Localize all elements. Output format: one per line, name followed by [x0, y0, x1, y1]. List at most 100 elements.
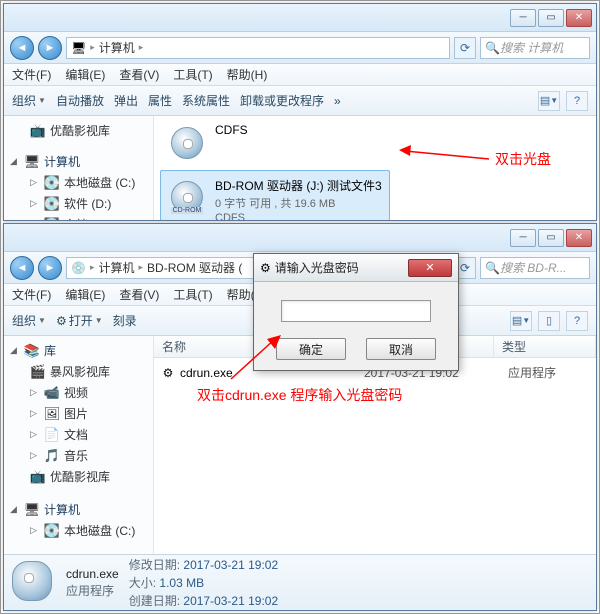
close-button[interactable]: ✕: [566, 9, 592, 27]
sysproperties-button[interactable]: 系统属性: [182, 92, 230, 109]
sidebar-item-docs-e[interactable]: ▷💽文档 (E:): [6, 214, 151, 220]
computer-icon: 🖥: [24, 154, 40, 170]
video-icon: 📹: [44, 385, 60, 401]
password-input[interactable]: [281, 300, 431, 322]
search-input[interactable]: 🔍 搜索 计算机: [480, 37, 590, 59]
menu-edit[interactable]: 编辑(E): [65, 286, 105, 303]
sidebar-item-documents[interactable]: ▷📄文档: [6, 424, 151, 445]
file-type: 应用程序: [508, 364, 556, 381]
view-options-button[interactable]: ▤ ▼: [538, 91, 560, 111]
search-input[interactable]: 🔍 搜索 BD-R...: [480, 257, 590, 279]
picture-icon: 🖼: [44, 406, 60, 422]
breadcrumb-seg[interactable]: BD-ROM 驱动器 (: [147, 259, 242, 276]
sidebar-item-pictures[interactable]: ▷🖼图片: [6, 403, 151, 424]
drive-tile-cdfs[interactable]: CDFS: [160, 116, 390, 170]
address-bar[interactable]: 🖥 ▸ 计算机 ▸: [66, 37, 450, 59]
titlebar-2: ─ ▭ ✕: [4, 224, 596, 252]
search-icon: 🔍: [485, 41, 500, 55]
disk-icon: 💽: [44, 175, 60, 191]
drive-filesystem: CDFS: [215, 212, 382, 220]
menu-view[interactable]: 查看(V): [119, 286, 159, 303]
details-pane: cdrun.exe 应用程序 修改日期: 2017-03-21 19:02 大小…: [4, 554, 596, 610]
breadcrumb-seg[interactable]: 计算机: [98, 259, 134, 276]
organize-button[interactable]: 组织▼: [12, 312, 46, 329]
burn-button[interactable]: 刻录: [113, 312, 137, 329]
open-button[interactable]: ⚙ 打开 ▼: [56, 312, 103, 329]
dialog-title: 请输入光盘密码: [275, 259, 404, 276]
sidebar-item-baofeng[interactable]: 🎬暴风影视库: [6, 361, 151, 382]
menu-tools[interactable]: 工具(T): [173, 286, 212, 303]
back-button[interactable]: ◄: [10, 256, 34, 280]
sidebar-item-computer[interactable]: ◢🖥计算机: [6, 499, 151, 520]
properties-button[interactable]: 属性: [148, 92, 172, 109]
back-button[interactable]: ◄: [10, 36, 34, 60]
forward-button[interactable]: ►: [38, 36, 62, 60]
disk-icon: 💽: [44, 196, 60, 212]
view-options-button[interactable]: ▤ ▼: [510, 311, 532, 331]
sidebar-item-software-d[interactable]: ▷💽软件 (D:): [6, 193, 151, 214]
sidebar-1: 📺优酷影视库 ◢🖥计算机 ▷💽本地磁盘 (C:) ▷💽软件 (D:) ▷💽文档 …: [4, 116, 154, 220]
dialog-titlebar: ⚙ 请输入光盘密码 ✕: [254, 254, 458, 282]
maximize-button[interactable]: ▭: [538, 229, 564, 247]
forward-button[interactable]: ►: [38, 256, 62, 280]
menu-view[interactable]: 查看(V): [119, 66, 159, 83]
menu-file[interactable]: 文件(F): [12, 66, 51, 83]
sidebar-item-local-c[interactable]: ▷💽本地磁盘 (C:): [6, 520, 151, 541]
sidebar-item-local-c[interactable]: ▷💽本地磁盘 (C:): [6, 172, 151, 193]
exe-icon: ⚙: [160, 365, 176, 381]
computer-icon: 🖥: [71, 41, 86, 55]
autoplay-button[interactable]: 自动播放: [56, 92, 104, 109]
sidebar-item-libraries[interactable]: ◢📚库: [6, 340, 151, 361]
dialog-close-button[interactable]: ✕: [408, 259, 452, 277]
ok-button[interactable]: 确定: [276, 338, 346, 360]
sidebar-2: ◢📚库 🎬暴风影视库 ▷📹视频 ▷🖼图片 ▷📄文档 ▷🎵音乐 📺优酷影视库 ◢🖥…: [4, 336, 154, 554]
column-type[interactable]: 类型: [494, 336, 596, 357]
sidebar-item-youku[interactable]: 📺优酷影视库: [6, 466, 151, 487]
disk-icon: 💽: [44, 217, 60, 221]
library-icon: 📚: [24, 343, 40, 359]
menu-help[interactable]: 帮助(H): [227, 66, 268, 83]
sidebar-item-youku[interactable]: 📺优酷影视库: [6, 120, 151, 141]
drive-name: BD-ROM 驱动器 (J:) 测试文件3: [215, 177, 382, 194]
minimize-button[interactable]: ─: [510, 9, 536, 27]
document-icon: 📄: [44, 427, 60, 443]
titlebar-1: ─ ▭ ✕: [4, 4, 596, 32]
maximize-button[interactable]: ▭: [538, 9, 564, 27]
refresh-button[interactable]: ⟳: [454, 37, 476, 59]
minimize-button[interactable]: ─: [510, 229, 536, 247]
details-name: cdrun.exe: [66, 567, 119, 581]
cancel-button[interactable]: 取消: [366, 338, 436, 360]
help-button[interactable]: ?: [566, 311, 588, 331]
dialog-icon: ⚙: [260, 261, 271, 275]
disc-icon: 💿: [71, 261, 86, 275]
search-icon: 🔍: [485, 261, 500, 275]
disc-icon: [171, 127, 203, 159]
drive-subtitle: 0 字节 可用 , 共 19.6 MB: [215, 195, 382, 211]
menu-file[interactable]: 文件(F): [12, 286, 51, 303]
cdrom-label: CD-ROM: [171, 207, 204, 214]
breadcrumb-seg[interactable]: 计算机: [99, 39, 135, 56]
organize-button[interactable]: 组织▼: [12, 92, 46, 109]
sidebar-item-videos[interactable]: ▷📹视频: [6, 382, 151, 403]
folder-icon: 📺: [30, 123, 46, 139]
more-button[interactable]: »: [334, 94, 341, 108]
nav-bar-1: ◄ ► 🖥 ▸ 计算机 ▸ ⟳ 🔍 搜索 计算机: [4, 32, 596, 64]
eject-button[interactable]: 弹出: [114, 92, 138, 109]
music-icon: 🎵: [44, 448, 60, 464]
close-button[interactable]: ✕: [566, 229, 592, 247]
computer-icon: 🖥: [24, 502, 40, 518]
preview-pane-button[interactable]: ▯: [538, 311, 560, 331]
sidebar-item-computer[interactable]: ◢🖥计算机: [6, 151, 151, 172]
content-pane-1: CDFS CD-ROM BD-ROM 驱动器 (J:) 测试文件3 0 字节 可…: [154, 116, 596, 220]
toolbar-1: 组织▼ 自动播放 弹出 属性 系统属性 卸载或更改程序 » ▤ ▼ ?: [4, 86, 596, 116]
password-dialog: ⚙ 请输入光盘密码 ✕ 确定 取消: [253, 253, 459, 371]
gear-icon: ⚙: [56, 314, 67, 328]
help-button[interactable]: ?: [566, 91, 588, 111]
menu-edit[interactable]: 编辑(E): [65, 66, 105, 83]
sidebar-item-music[interactable]: ▷🎵音乐: [6, 445, 151, 466]
menu-tools[interactable]: 工具(T): [173, 66, 212, 83]
drive-tile-bdrom[interactable]: CD-ROM BD-ROM 驱动器 (J:) 测试文件3 0 字节 可用 , 共…: [160, 170, 390, 220]
uninstall-button[interactable]: 卸载或更改程序: [240, 92, 324, 109]
menu-bar-1: 文件(F) 编辑(E) 查看(V) 工具(T) 帮助(H): [4, 64, 596, 86]
video-icon: 🎬: [30, 364, 46, 380]
